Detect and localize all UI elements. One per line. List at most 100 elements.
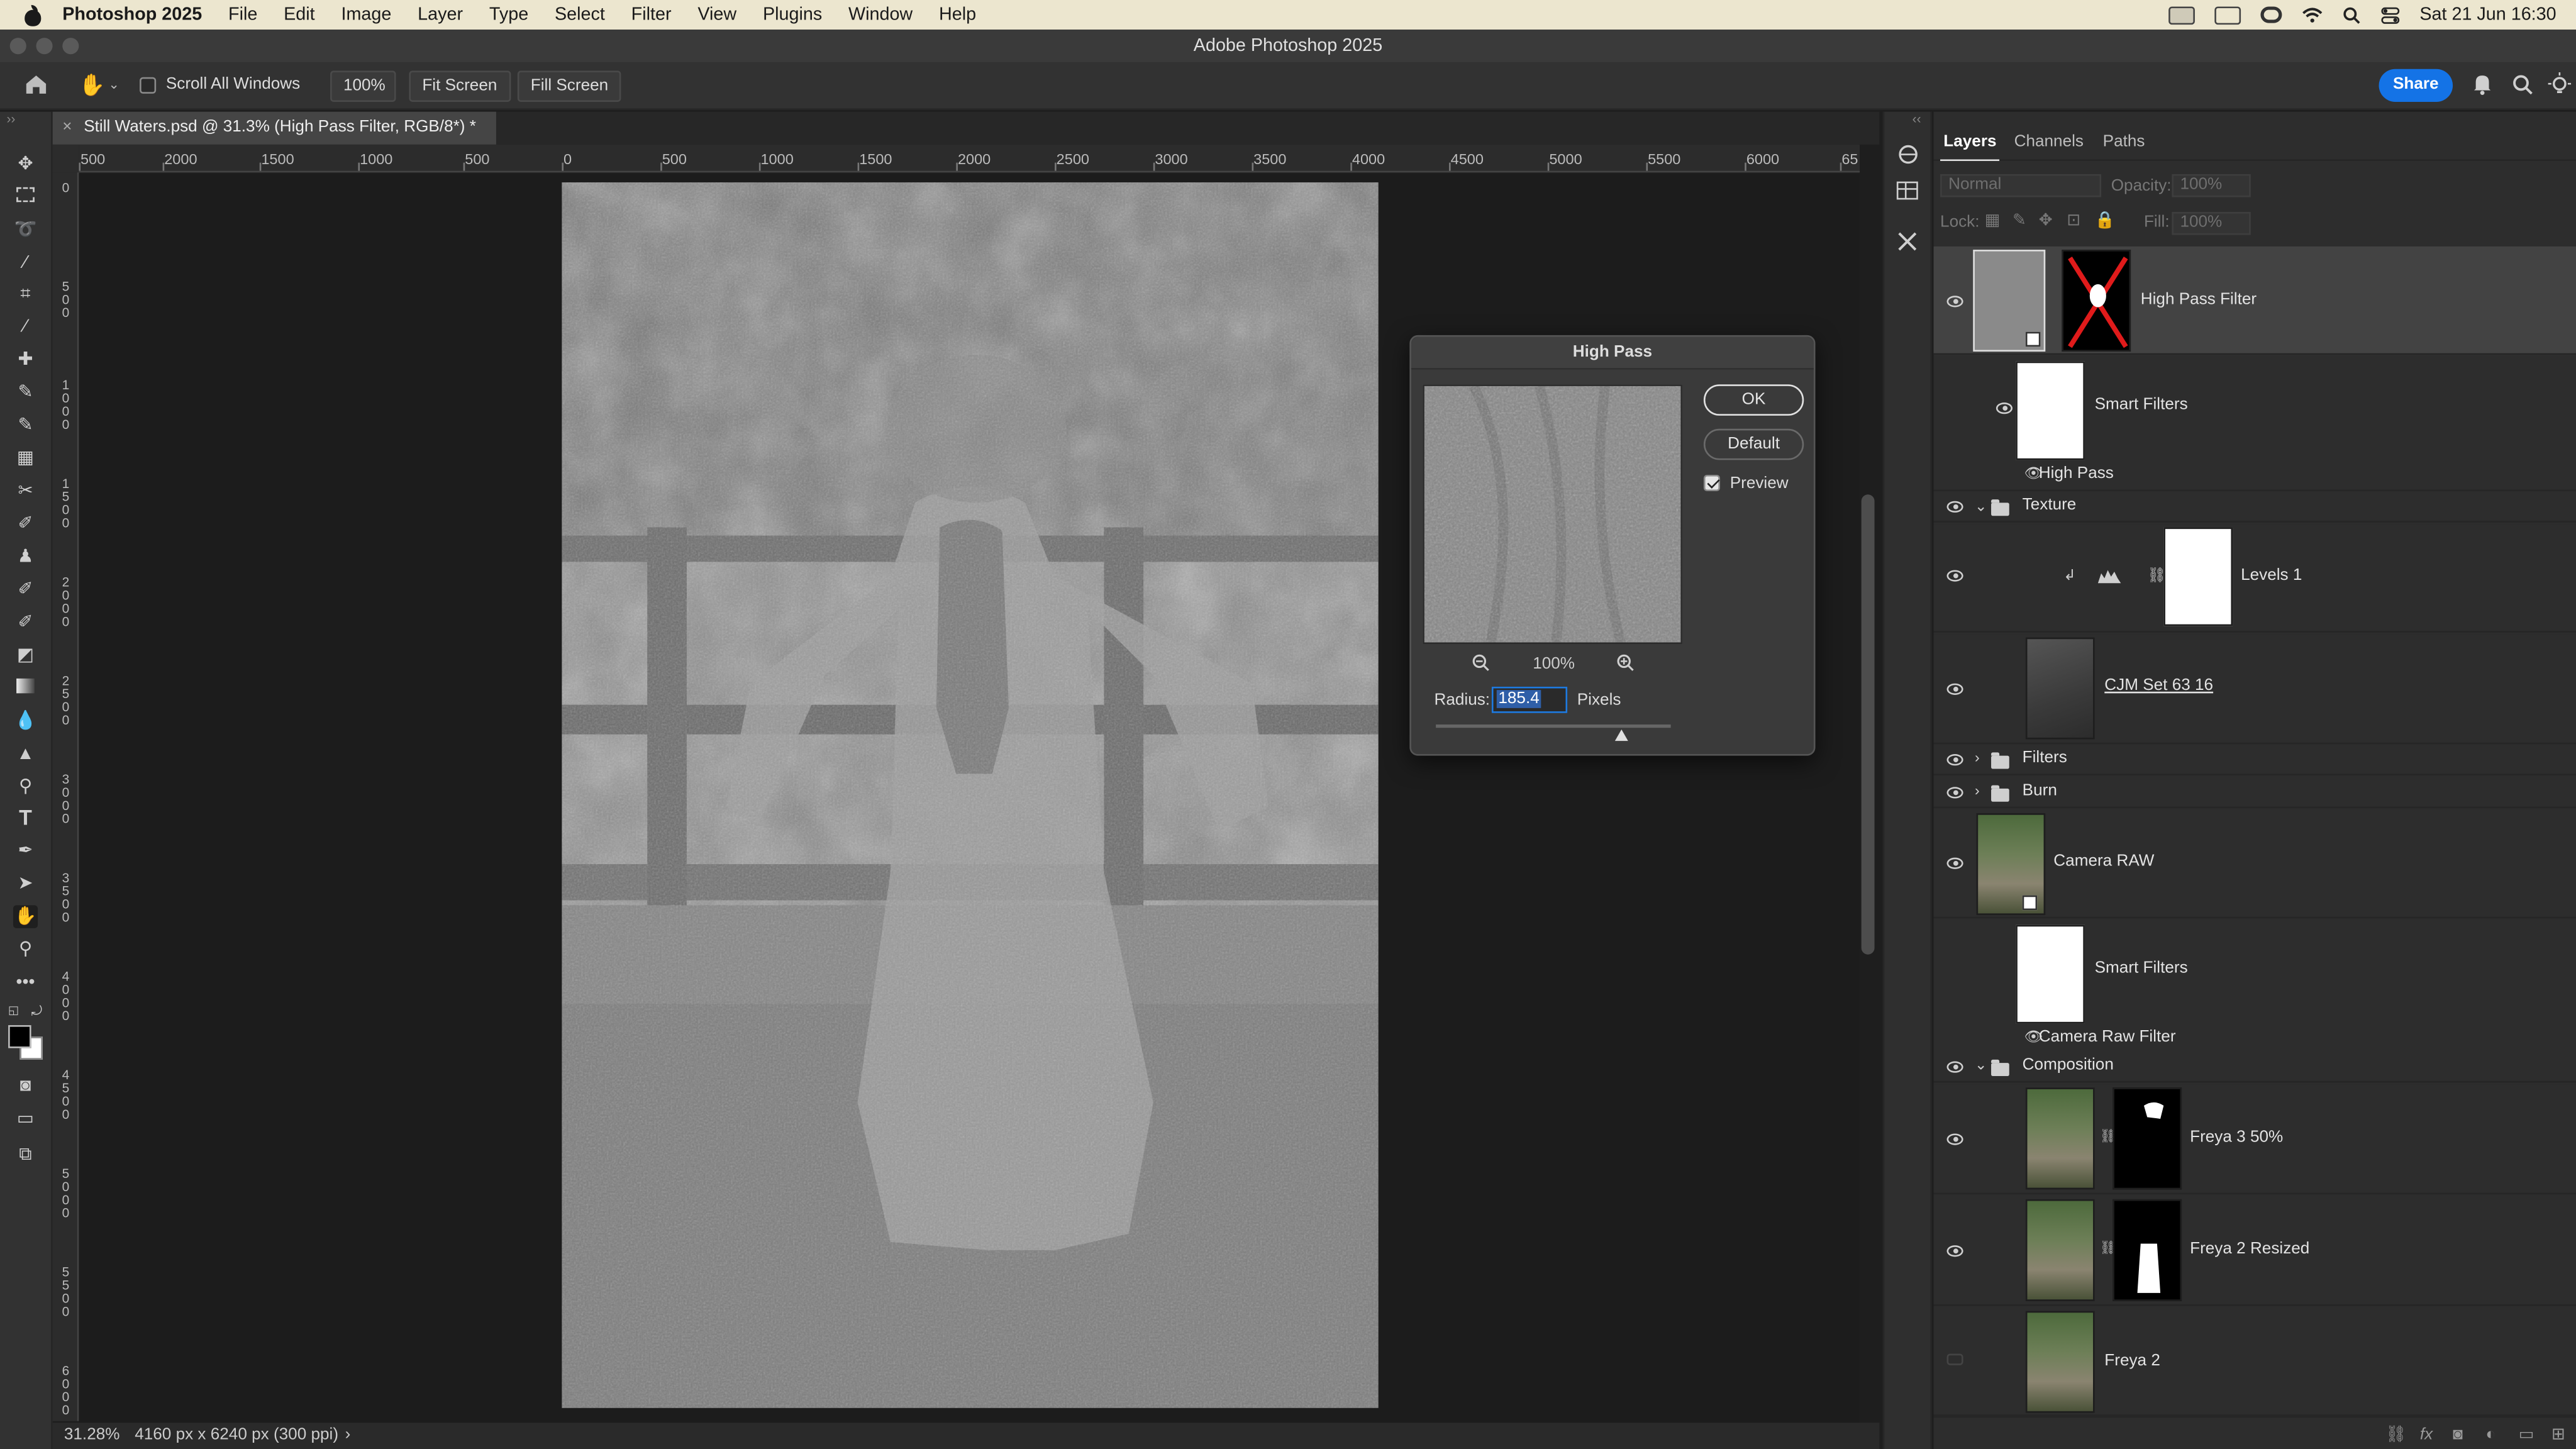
layer-cjm-set[interactable]: CJM Set 63 16	[1933, 634, 2576, 745]
filter-name[interactable]: High Pass	[2039, 465, 2114, 483]
blend-mode-select[interactable]: Normal	[1940, 174, 2102, 197]
blur-tool-icon[interactable]: 💧	[13, 709, 38, 733]
zoom-tool-icon[interactable]: ⚲	[13, 938, 38, 962]
opacity-input[interactable]: 100%	[2172, 174, 2251, 197]
radius-input[interactable]: 185.4	[1491, 686, 1568, 713]
filter-preview-image[interactable]	[1423, 384, 1682, 644]
layer-mask-thumbnail[interactable]	[2163, 527, 2233, 626]
history-brush-tool-icon[interactable]: ✐	[13, 579, 38, 602]
eyedropper-tool-icon[interactable]: ⁄	[13, 316, 38, 339]
marquee-tool-icon[interactable]	[13, 186, 38, 209]
adjustment-layer-icon[interactable]: ◐	[2485, 1426, 2496, 1444]
visibility-eye-icon[interactable]	[1946, 754, 1963, 766]
content-aware-move-icon[interactable]: ▦	[13, 447, 38, 470]
document-image[interactable]	[562, 182, 1379, 1408]
libraries-panel-icon[interactable]	[1896, 180, 1919, 200]
gradient-tool-icon[interactable]	[13, 677, 38, 700]
pen-tool-icon[interactable]: ✒	[13, 840, 38, 863]
tab-paths[interactable]: Paths	[2103, 133, 2145, 152]
layer-thumbnail[interactable]	[2025, 1311, 2095, 1413]
smart-filter-mask-thumbnail[interactable]	[2016, 361, 2085, 460]
type-tool-icon[interactable]: T	[13, 806, 38, 830]
visibility-eye-icon[interactable]	[1996, 402, 2012, 414]
sharpen-tool-icon[interactable]: ▲	[13, 743, 38, 766]
window-zoom-button[interactable]	[62, 38, 79, 55]
generative-tool-icon[interactable]: ⧉	[13, 1143, 38, 1167]
layer-camera-raw[interactable]: Camera RAW	[1933, 809, 2576, 919]
group-burn[interactable]: › Burn	[1933, 777, 2576, 809]
visibility-eye-icon[interactable]	[1946, 857, 1963, 869]
horizontal-ruler[interactable]: 500 2000 1500 1000 500 0 500 1000 1500 2000 2500 30…	[79, 144, 1860, 173]
window-close-button[interactable]	[9, 38, 26, 55]
group-collapse-chevron-icon[interactable]: ›	[1975, 749, 1980, 765]
menu-type[interactable]: Type	[489, 5, 528, 25]
lock-artboard-icon[interactable]: ⊡	[2067, 212, 2080, 230]
menu-window[interactable]: Window	[848, 5, 913, 25]
layer-thumbnail[interactable]	[2025, 637, 2095, 740]
menu-help[interactable]: Help	[939, 5, 976, 25]
visibility-eye-icon[interactable]	[1946, 501, 1963, 513]
preset-chevron-down-icon[interactable]: ⌄	[108, 77, 119, 92]
zoom-out-icon[interactable]	[1472, 654, 1491, 672]
healing-brush-tool-icon[interactable]: ✎	[13, 381, 38, 404]
adjustments-panel-icon[interactable]	[1896, 145, 1921, 164]
ruler-origin[interactable]	[52, 144, 79, 173]
patch-tool-icon[interactable]: ✎	[13, 414, 38, 437]
layer-style-fx-icon[interactable]: fx	[2420, 1426, 2433, 1444]
menubar-clock[interactable]: Sat 21 Jun 16:30	[2419, 5, 2556, 25]
art-history-brush-icon[interactable]: ✐	[13, 611, 38, 635]
visibility-eye-icon[interactable]	[1946, 1061, 1963, 1073]
vertical-ruler[interactable]: 0 500 1000 1500 2000 2500 3000 3500 4000 4500 5000…	[52, 172, 79, 1421]
window-minimize-button[interactable]	[36, 38, 53, 55]
group-expand-chevron-icon[interactable]: ⌄	[1975, 1057, 1987, 1075]
lock-image-icon[interactable]: ✎	[2012, 212, 2026, 230]
remove-tool-icon[interactable]: ✂	[13, 480, 38, 503]
vertical-scrollbar[interactable]	[1861, 494, 1875, 955]
document-tab[interactable]: × Still Waters.psd @ 31.3% (High Pass Fi…	[52, 111, 496, 145]
creative-cloud-icon[interactable]	[2260, 6, 2282, 23]
quick-selection-tool-icon[interactable]: ⁄	[13, 252, 38, 275]
layer-levels-1[interactable]: ↲ ⛓ Levels 1	[1933, 524, 2576, 633]
tab-channels[interactable]: Channels	[2014, 133, 2084, 152]
visibility-eye-icon[interactable]	[1946, 1245, 1963, 1257]
status-zoom[interactable]: 31.28%	[64, 1423, 120, 1449]
status-display-icon[interactable]	[2214, 6, 2241, 24]
zoom-100-button[interactable]: 100%	[330, 70, 396, 102]
default-colors-icon[interactable]: ◱	[8, 1004, 19, 1017]
link-layers-icon[interactable]: ⛓	[2385, 1426, 2406, 1444]
layer-high-pass-filter[interactable]: High Pass Filter	[1933, 246, 2576, 355]
group-collapse-chevron-icon[interactable]: ›	[1975, 782, 1980, 798]
dialog-title[interactable]: High Pass	[1411, 336, 1814, 370]
status-menu-arrow[interactable]: ›	[345, 1423, 351, 1449]
visibility-eye-icon[interactable]	[1946, 683, 1963, 695]
layer-freya-3[interactable]: ⛓ Freya 3 50%	[1933, 1084, 2576, 1195]
crop-tool-icon[interactable]: ⌗	[13, 282, 38, 306]
brush-tool-icon[interactable]: ✐	[13, 513, 38, 536]
group-composition[interactable]: ⌄ Composition	[1933, 1053, 2576, 1083]
layer-mask-thumbnail[interactable]	[2062, 250, 2131, 352]
dock-collapse-icon[interactable]: ‹‹	[1913, 112, 1921, 127]
search-icon[interactable]	[2512, 74, 2533, 96]
group-texture[interactable]: ⌄ Texture	[1933, 492, 2576, 523]
apple-icon[interactable]	[23, 4, 43, 26]
notifications-bell-icon[interactable]	[2472, 72, 2492, 96]
properties-tools-icon[interactable]	[1896, 230, 1919, 253]
control-center-icon[interactable]	[2380, 6, 2400, 24]
filter-name[interactable]: Camera Raw Filter	[2039, 1028, 2176, 1046]
layer-smart-filters[interactable]: Smart Filters 👁 High Pass	[1933, 356, 2576, 492]
toolbar-collapse-icon[interactable]: ››	[6, 112, 15, 127]
preview-checkbox[interactable]	[1703, 474, 1721, 492]
group-expand-chevron-icon[interactable]: ⌄	[1975, 498, 1987, 516]
hidden-visibility-box[interactable]	[1946, 1353, 1963, 1365]
layer-thumbnail[interactable]	[2025, 1199, 2095, 1301]
move-tool-icon[interactable]: ✥	[13, 153, 38, 176]
home-icon[interactable]	[25, 74, 48, 96]
path-selection-tool-icon[interactable]: ➤	[13, 872, 38, 896]
zoom-in-icon[interactable]	[1616, 654, 1635, 672]
menu-plugins[interactable]: Plugins	[763, 5, 822, 25]
menu-file[interactable]: File	[228, 5, 257, 25]
foreground-color-swatch[interactable]	[8, 1025, 31, 1048]
lock-transparent-icon[interactable]: ▦	[1985, 212, 2001, 230]
layer-freya-2-resized[interactable]: ⛓ Freya 2 Resized	[1933, 1196, 2576, 1306]
ok-button[interactable]: OK	[1703, 384, 1804, 416]
